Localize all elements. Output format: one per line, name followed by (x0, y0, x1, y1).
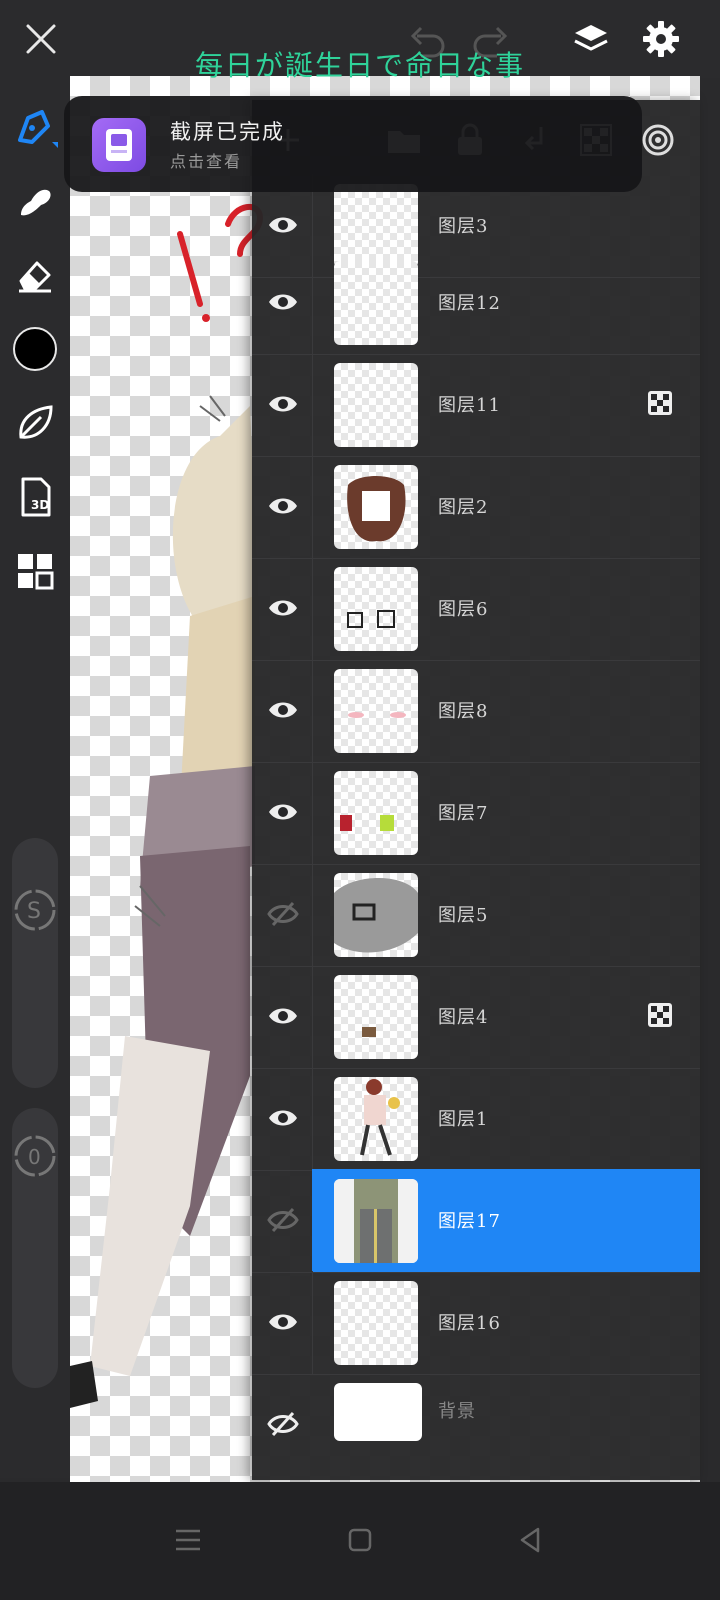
layer-thumbnail (334, 261, 418, 345)
row-divider (312, 863, 313, 966)
layers-panel: 图层3 图层12 图层11 图层2 图层6 图层8 图层7 图层5 图层4 图层… (252, 100, 700, 1480)
system-navigation-bar (0, 1482, 720, 1600)
row-divider (312, 1067, 313, 1170)
visibility-eye-icon[interactable] (260, 791, 306, 833)
layer-thumbnail (334, 363, 418, 447)
row-divider (312, 353, 313, 456)
layer-name: 图层17 (438, 1211, 501, 1232)
svg-text:3D: 3D (31, 498, 49, 512)
layer-name: 图层16 (438, 1313, 501, 1334)
home-icon[interactable] (338, 1518, 382, 1562)
back-icon[interactable] (508, 1518, 552, 1562)
layer-name: 图层11 (438, 395, 501, 416)
clipping-mask-checker-icon (648, 1003, 672, 1027)
grid-menu-icon[interactable] (10, 546, 60, 596)
hidden-eye-icon[interactable] (260, 893, 306, 935)
3d-tool-icon[interactable]: 3D (10, 472, 60, 522)
notification-title: 截屏已完成 (170, 120, 285, 144)
screenshot-notification[interactable]: 截屏已完成 点击查看 (64, 96, 642, 192)
layer-name: 图层4 (438, 1007, 489, 1028)
layer-row[interactable]: 图层5 (252, 863, 700, 967)
layer-thumbnail (334, 1281, 418, 1365)
row-divider (312, 659, 313, 762)
brush-size-handle-icon[interactable]: S (13, 888, 57, 932)
color-picker-swatch[interactable] (10, 324, 60, 374)
layer-row-selected[interactable]: 图层17 (252, 1169, 700, 1273)
visibility-eye-icon[interactable] (260, 383, 306, 425)
layer-thumbnail (334, 873, 418, 957)
menu-icon[interactable] (166, 1518, 210, 1562)
layer-name: 图层7 (438, 803, 489, 824)
brush-size-slider[interactable]: S (12, 838, 58, 1088)
background-thumbnail (334, 1383, 422, 1441)
layer-thumbnail (334, 669, 418, 753)
layer-name: 图层6 (438, 599, 489, 620)
svg-text:S: S (27, 899, 41, 924)
layer-name: 图层5 (438, 905, 489, 926)
visibility-eye-icon[interactable] (260, 1301, 306, 1343)
row-divider (312, 251, 313, 354)
layer-thumbnail (334, 1179, 418, 1263)
row-divider (312, 761, 313, 864)
hidden-eye-icon[interactable] (260, 1403, 306, 1445)
brush-opacity-slider[interactable]: 0 (12, 1108, 58, 1388)
layer-thumbnail (334, 1077, 418, 1161)
row-divider (312, 557, 313, 660)
notification-subtitle: 点击查看 (170, 152, 243, 171)
visibility-eye-icon[interactable] (260, 689, 306, 731)
visibility-eye-icon[interactable] (260, 204, 306, 246)
eraser-tool-icon[interactable] (10, 250, 60, 300)
left-toolbar: 3D S 0 (0, 78, 70, 1478)
layer-name: 图层3 (438, 216, 489, 237)
layer-row[interactable]: 图层6 (252, 557, 700, 661)
layer-name: 图层2 (438, 497, 489, 518)
layer-row[interactable]: 图层8 (252, 659, 700, 763)
layer-name: 图层1 (438, 1109, 489, 1130)
layer-name: 图层8 (438, 701, 489, 722)
layer-row[interactable]: 图层2 (252, 455, 700, 559)
layer-row-background[interactable]: 背景 (252, 1373, 700, 1476)
layer-row[interactable]: 图层7 (252, 761, 700, 865)
hidden-eye-icon[interactable] (260, 1199, 306, 1241)
brush-tool-icon[interactable] (10, 102, 60, 152)
layer-row[interactable]: 图层1 (252, 1067, 700, 1171)
visibility-eye-icon[interactable] (260, 995, 306, 1037)
canvas-title-text: 每日が誕生日で命日な事 (194, 49, 525, 82)
layer-row[interactable]: 图层4 (252, 965, 700, 1069)
layer-thumbnail (334, 465, 418, 549)
smudge-tool-icon[interactable] (10, 176, 60, 226)
layer-blend-target-icon[interactable] (636, 118, 680, 162)
layer-thumbnail (334, 567, 418, 651)
layer-name: 背景 (438, 1401, 476, 1422)
svg-text:0: 0 (28, 1145, 41, 1169)
layer-thumbnail (334, 975, 418, 1059)
layer-row[interactable]: 图层11 (252, 353, 700, 457)
layer-name: 图层12 (438, 293, 501, 314)
visibility-eye-icon[interactable] (260, 587, 306, 629)
layer-row[interactable]: 图层12 (252, 251, 700, 355)
visibility-eye-icon[interactable] (260, 485, 306, 527)
leaf-brush-library-icon[interactable] (10, 398, 60, 448)
row-divider (312, 1271, 313, 1374)
clipping-mask-checker-icon (648, 391, 672, 415)
visibility-eye-icon[interactable] (260, 1097, 306, 1139)
visibility-eye-icon[interactable] (260, 281, 306, 323)
row-divider (312, 455, 313, 558)
opacity-handle-icon[interactable]: 0 (13, 1134, 57, 1178)
row-divider (312, 965, 313, 1068)
screenshot-app-icon (92, 118, 146, 172)
layer-thumbnail (334, 771, 418, 855)
layer-row[interactable]: 图层16 (252, 1271, 700, 1375)
